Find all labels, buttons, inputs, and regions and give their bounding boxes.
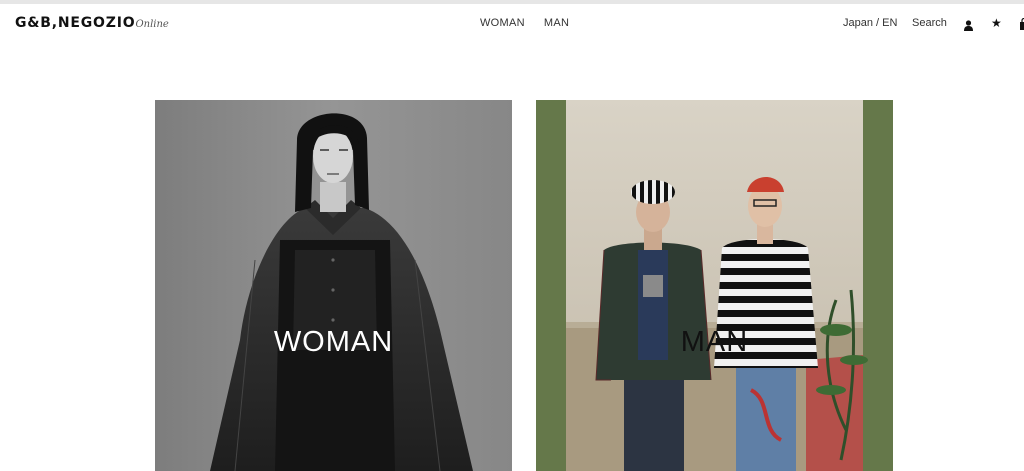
user-icon[interactable] xyxy=(964,18,973,36)
nav-link-man[interactable]: MAN xyxy=(544,17,569,29)
bag-icon[interactable] xyxy=(1020,17,1024,35)
man-category-panel[interactable]: MAN xyxy=(536,100,893,471)
language-selector[interactable]: Japan / EN xyxy=(843,17,897,29)
search-link[interactable]: Search xyxy=(912,17,947,29)
woman-photo xyxy=(155,100,512,471)
main-nav: WOMAN MAN xyxy=(480,17,569,29)
nav-link-woman[interactable]: WOMAN xyxy=(480,17,525,29)
man-photo xyxy=(536,100,893,471)
woman-category-panel[interactable]: WOMAN xyxy=(155,100,512,471)
logo-main-text: G&B,NEGOZIO xyxy=(15,15,136,31)
logo-script-text: Online xyxy=(135,19,169,30)
site-header: G&B,NEGOZIOOnline WOMAN MAN Japan / EN S… xyxy=(0,4,1024,42)
man-panel-label[interactable]: MAN xyxy=(536,326,893,359)
site-logo[interactable]: G&B,NEGOZIOOnline xyxy=(15,15,169,31)
woman-panel-label[interactable]: WOMAN xyxy=(155,326,512,359)
star-icon[interactable]: ★ xyxy=(991,17,1002,29)
